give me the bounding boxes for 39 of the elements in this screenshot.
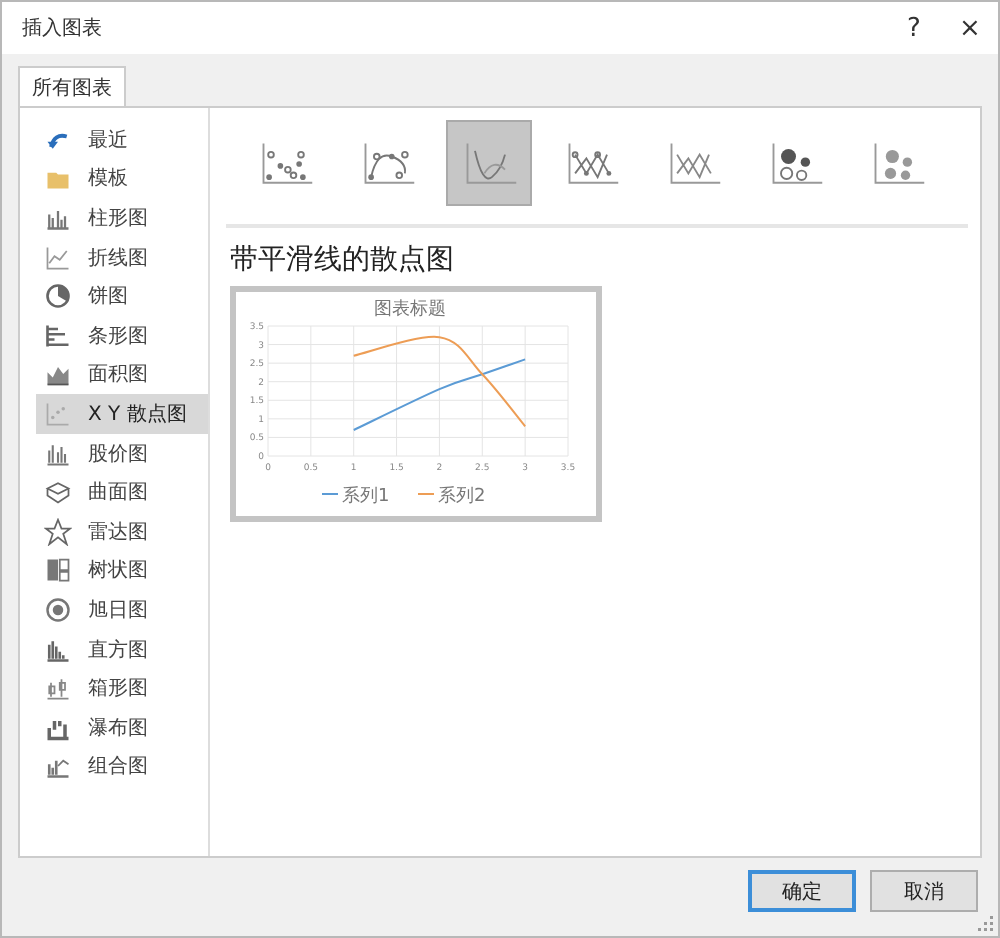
legend-label: 系列1 (342, 487, 390, 504)
chart-type-icon (44, 321, 72, 350)
chart-type-item[interactable]: 模板 (36, 159, 208, 199)
resize-grip-icon[interactable] (978, 916, 994, 932)
chart-type-item[interactable]: 树状图 (36, 551, 208, 591)
chart-type-icon (44, 595, 72, 624)
chart-type-icon (44, 243, 72, 272)
chart-type-item[interactable]: 股价图 (36, 433, 208, 473)
chart-type-icon (44, 556, 72, 585)
legend-label: 系列2 (438, 487, 486, 504)
chart-type-icon (44, 517, 72, 546)
chart-type-icon (44, 439, 72, 468)
tab[interactable]: 所有图表 (18, 66, 126, 108)
chart-type-heading: 带平滑线的散点图 (230, 242, 456, 278)
chart-type-item[interactable]: 组合图 (36, 747, 208, 787)
chart-type-item[interactable]: 曲面图 (36, 472, 208, 512)
chart-type-icon (44, 635, 72, 664)
chart-type-item[interactable]: 旭日图 (36, 590, 208, 630)
chart-type-item[interactable]: 面积图 (36, 355, 208, 395)
chart-type-item[interactable]: 饼图 (36, 276, 208, 316)
chart-type-icon (44, 478, 72, 507)
chart-type-item[interactable]: 条形图 (36, 315, 208, 356)
chart-type-item[interactable]: 柱形图 (36, 198, 208, 238)
close-button[interactable]: × (942, 2, 998, 54)
help-button[interactable]: ? (886, 2, 942, 54)
chart-type-item[interactable]: 瀑布图 (36, 707, 208, 747)
chart-type-item[interactable]: 折线图 (36, 237, 208, 277)
ok-button[interactable]: 确定 (748, 870, 856, 912)
chart-title: 图表标题 (374, 300, 446, 320)
chart-type-icon (44, 674, 72, 703)
chart-type-item[interactable]: X Y 散点图 (36, 394, 208, 434)
chart-type-item[interactable]: 箱形图 (36, 668, 208, 708)
chart-type-icon (44, 399, 72, 428)
chart-type-item[interactable]: 直方图 (36, 629, 208, 669)
chart-type-item[interactable]: 雷达图 (36, 511, 208, 552)
window-title: 插入图表 (22, 15, 104, 42)
chart-type-item[interactable]: 最近 (36, 120, 208, 160)
cancel-button[interactable]: 取消 (870, 870, 978, 912)
chart-type-icon (44, 282, 72, 311)
